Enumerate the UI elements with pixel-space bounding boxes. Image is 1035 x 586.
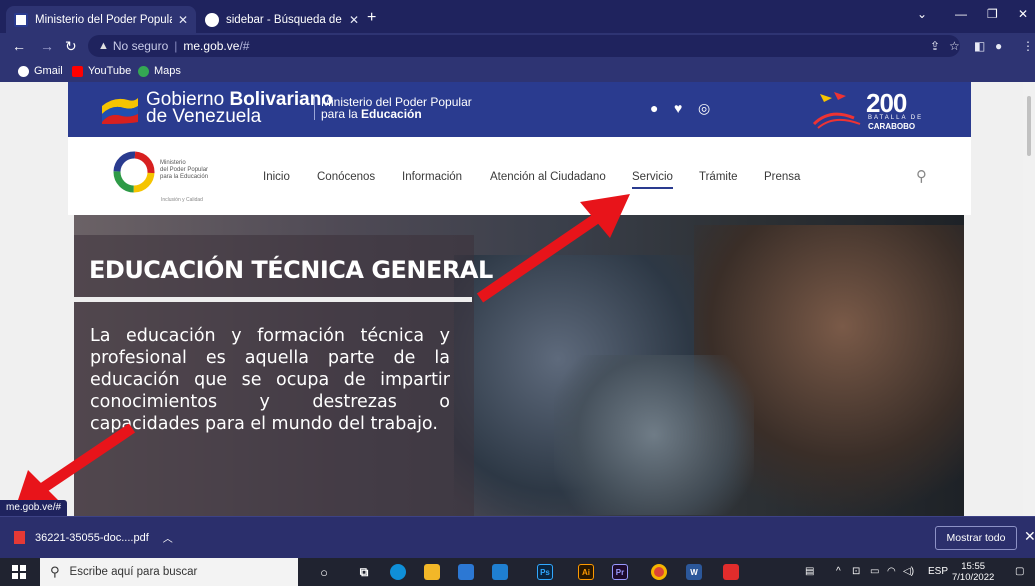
reload-button[interactable]: ↻ (65, 38, 77, 55)
nav-informacion[interactable]: Información (402, 171, 462, 183)
download-bar: 36221-35055-doc....pdf ︿ Mostrar todo ✕ (0, 516, 1035, 558)
volume-tray-icon[interactable]: ◁) (903, 566, 914, 577)
windows-start-icon[interactable] (12, 565, 26, 579)
hero-divider (74, 297, 472, 302)
profile-icon[interactable]: ● (995, 39, 1002, 53)
nav-inicio[interactable]: Inicio (263, 171, 290, 183)
tab-search-icon[interactable]: ⌄ (917, 7, 927, 21)
illustrator-icon[interactable]: Ai (578, 564, 594, 580)
language-indicator[interactable]: ESP (928, 566, 948, 577)
logo-tagline: Inclusión y Calidad (161, 197, 203, 203)
search-icon: ⚲ (50, 564, 60, 579)
instagram-icon[interactable]: ◎ (698, 100, 710, 117)
toolbar: ← → ↻ ▲ No seguro | me.gob.ve /# ⇪ ☆ ◧ ●… (0, 33, 1035, 60)
wifi-tray-icon[interactable]: ◠ (887, 566, 896, 577)
edge-icon[interactable] (390, 564, 406, 580)
windows-taskbar: ⚲ Escribe aquí para buscar ○ ⧉ Ps Ai Pr … (0, 558, 1035, 586)
restore-button[interactable]: ❐ (987, 7, 998, 21)
forward-button[interactable]: → (40, 38, 54, 54)
show-all-button[interactable]: Mostrar todo (935, 526, 1017, 550)
hero-body: La educación y formación técnica y profe… (90, 326, 450, 434)
bookmark-youtube[interactable]: YouTube (72, 65, 131, 77)
tab-google-search[interactable]: sidebar - Búsqueda de Google ✕ (197, 6, 367, 33)
nav-tramite[interactable]: Trámite (699, 171, 738, 183)
facebook-icon[interactable]: ● (650, 100, 658, 116)
tab-strip: Ministerio del Poder Popular para ✕ side… (0, 0, 1035, 33)
mail-icon[interactable] (492, 564, 508, 580)
venezuela-flag-icon (102, 98, 138, 124)
taskbar-search-box[interactable]: ⚲ Escribe aquí para buscar (40, 558, 298, 586)
annotation-arrow-up-right (476, 194, 630, 303)
bookmarks-bar: Gmail YouTube Maps (0, 60, 1035, 82)
side-panel-icon[interactable]: ◧ (974, 39, 985, 53)
tab-ministerio[interactable]: Ministerio del Poder Popular para ✕ (6, 6, 196, 33)
ministry-title: Ministerio del Poder Popular para la Edu… (314, 96, 472, 120)
pdf-file-icon (14, 531, 25, 544)
acrobat-icon[interactable] (723, 564, 739, 580)
chevron-up-icon[interactable]: ︿ (163, 530, 173, 545)
ministry-logo-text: Ministerio del Poder Popular para la Edu… (160, 160, 209, 180)
nav-prensa[interactable]: Prensa (764, 171, 800, 183)
search-icon[interactable]: ⚲ (916, 167, 927, 185)
close-download-bar-icon[interactable]: ✕ (1024, 528, 1035, 545)
notifications-icon[interactable]: ▢ (1015, 566, 1024, 577)
annotation-arrow-down-left (16, 423, 136, 506)
task-view-icon[interactable]: ⧉ (356, 564, 372, 580)
store-icon[interactable] (458, 564, 474, 580)
photoshop-icon[interactable]: Ps (537, 564, 553, 580)
back-button[interactable]: ← (12, 38, 26, 54)
chevron-up-tray-icon[interactable]: ^ (836, 566, 841, 577)
nav-atencion-ciudadano[interactable]: Atención al Ciudadano (490, 171, 606, 183)
file-explorer-icon[interactable] (424, 564, 440, 580)
twitter-icon[interactable]: ♥ (674, 100, 682, 116)
nav-servicio[interactable]: Servicio (632, 171, 673, 189)
download-item[interactable]: 36221-35055-doc....pdf ︿ (14, 530, 173, 545)
nav-conocenos[interactable]: Conócenos (317, 171, 375, 183)
menu-icon[interactable]: ⋮ (1022, 39, 1034, 53)
google-icon (18, 65, 29, 77)
bookmark-maps[interactable]: Maps (138, 65, 181, 77)
share-icon[interactable]: ⇪ (930, 39, 940, 53)
government-title[interactable]: Gobierno Bolivariano de Venezuela (146, 90, 333, 126)
maps-icon (138, 65, 149, 77)
new-tab-button[interactable]: + (367, 9, 376, 27)
close-window-button[interactable]: ✕ (1018, 7, 1028, 21)
ministry-logo-icon[interactable] (112, 150, 156, 194)
google-icon (205, 12, 219, 27)
keyboard-tray-icon[interactable]: ▤ (805, 566, 814, 577)
status-bar-url: me.gob.ve/# (0, 500, 68, 516)
scrollbar-thumb[interactable] (1027, 96, 1031, 156)
bookmark-star-icon[interactable]: ☆ (949, 39, 960, 53)
address-bar[interactable]: ▲ No seguro | me.gob.ve /# (88, 35, 960, 57)
bookmark-gmail[interactable]: Gmail (18, 65, 63, 77)
battery-tray-icon[interactable]: ▭ (870, 566, 879, 577)
page-scrollbar[interactable] (1023, 82, 1035, 516)
word-icon[interactable]: W (686, 564, 702, 580)
close-tab-icon[interactable]: ✕ (349, 13, 359, 27)
bicentennial-logo: 200 BATALLA DE CARABOBO (810, 88, 930, 131)
close-tab-icon[interactable]: ✕ (178, 13, 188, 27)
government-header: Gobierno Bolivariano de Venezuela Minist… (68, 82, 971, 137)
cortana-icon[interactable]: ○ (316, 564, 332, 580)
site-favicon-icon (14, 12, 28, 27)
warning-icon: ▲ (98, 40, 109, 52)
taskbar-clock[interactable]: 15:55 7/10/2022 (952, 561, 994, 583)
network-tray-icon[interactable]: ⊡ (852, 566, 860, 577)
hero-title: EDUCACIÓN TÉCNICA GENERAL (89, 256, 493, 284)
chrome-icon[interactable] (651, 564, 667, 580)
minimize-button[interactable]: — (955, 7, 967, 21)
premiere-icon[interactable]: Pr (612, 564, 628, 580)
youtube-icon (72, 65, 83, 77)
bicentennial-emblem-icon (812, 92, 861, 129)
